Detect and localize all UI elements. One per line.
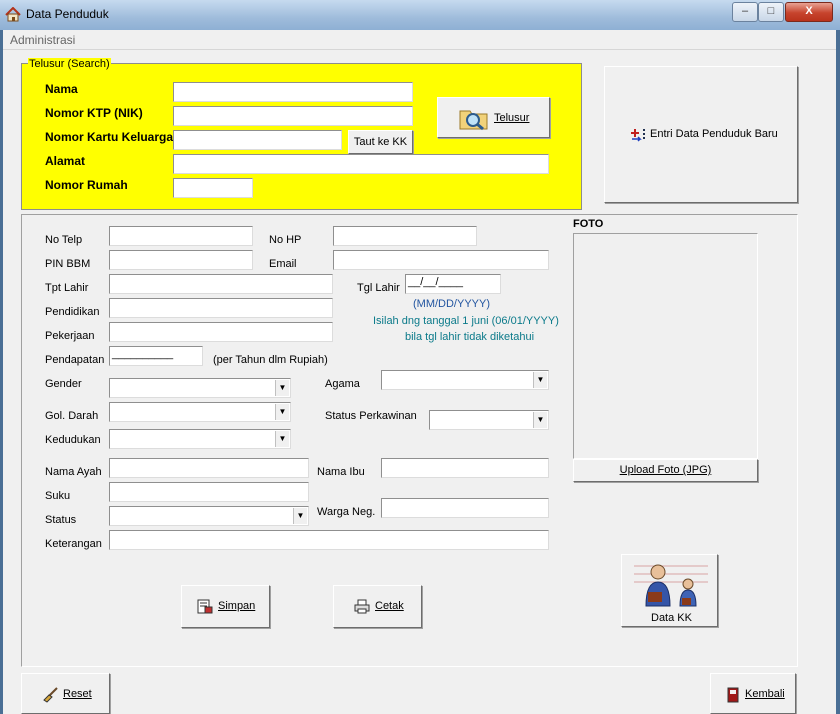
pin-bbm-label: PIN BBM xyxy=(45,258,91,270)
kk-label: Nomor Kartu Keluarga xyxy=(45,130,174,144)
suku-label: Suku xyxy=(45,490,71,502)
search-kk-input[interactable] xyxy=(173,130,342,150)
pekerjaan-input[interactable] xyxy=(109,322,333,342)
status-perkawinan-label: Status Perkawinan xyxy=(325,410,417,422)
kembali-button[interactable]: Kembali xyxy=(710,673,796,714)
search-rumah-input[interactable] xyxy=(173,178,253,198)
broom-icon xyxy=(43,687,58,703)
pendapatan-label: Pendapatan xyxy=(45,354,105,366)
entri-baru-button[interactable]: Entri Data Penduduk Baru xyxy=(604,66,798,203)
exit-door-icon xyxy=(727,687,739,703)
warga-neg-label: Warga Neg. xyxy=(317,506,376,518)
nama-label: Nama xyxy=(45,82,78,96)
pendidikan-input[interactable] xyxy=(109,298,333,318)
email-input[interactable] xyxy=(333,250,549,270)
pekerjaan-label: Pekerjaan xyxy=(45,330,95,342)
upload-foto-label: Upload Foto (JPG) xyxy=(619,464,712,476)
date-format-hint: (MM/DD/YYYY) xyxy=(413,298,490,310)
data-kk-label: Data KK xyxy=(651,612,692,624)
telusur-button[interactable]: Telusur xyxy=(437,97,550,138)
telusur-label: Telusur xyxy=(494,112,530,124)
tpt-lahir-input[interactable] xyxy=(109,274,333,294)
home-icon xyxy=(5,7,21,22)
reset-button[interactable]: Reset xyxy=(21,673,110,714)
no-hp-label: No HP xyxy=(269,234,302,246)
nama-ibu-input[interactable] xyxy=(381,458,549,478)
ktp-label: Nomor KTP (NIK) xyxy=(45,106,143,120)
keterangan-label: Keterangan xyxy=(45,538,102,550)
foto-title: FOTO xyxy=(573,218,604,230)
alamat-label: Alamat xyxy=(45,154,86,168)
gol-darah-label: Gol. Darah xyxy=(45,410,99,422)
minimize-button[interactable]: – xyxy=(732,2,758,22)
tgl-lahir-input[interactable]: __/__/____ xyxy=(405,274,501,294)
entri-baru-label: Entri Data Penduduk Baru xyxy=(650,128,778,140)
menu-administrasi[interactable]: Administrasi xyxy=(10,33,75,47)
date-hint-line2: bila tgl lahir tidak diketahui xyxy=(405,331,535,343)
no-telp-input[interactable] xyxy=(109,226,253,246)
simpan-label: Simpan xyxy=(218,600,256,612)
dropdown-arrow-icon[interactable]: ▼ xyxy=(275,404,289,420)
rumah-label: Nomor Rumah xyxy=(45,178,128,192)
pendapatan-note: (per Tahun dlm Rupiah) xyxy=(213,354,328,366)
tgl-lahir-label: Tgl Lahir xyxy=(357,282,400,294)
pendidikan-label: Pendidikan xyxy=(45,306,100,318)
search-nama-input[interactable] xyxy=(173,82,413,102)
suku-input[interactable] xyxy=(109,482,309,502)
agama-label: Agama xyxy=(325,378,360,390)
close-button[interactable]: X xyxy=(785,2,833,22)
kembali-label: Kembali xyxy=(745,688,785,700)
dropdown-arrow-icon[interactable]: ▼ xyxy=(293,508,307,524)
search-legend: Telusur (Search) xyxy=(28,58,111,70)
pin-bbm-input[interactable] xyxy=(109,250,253,270)
search-alamat-input[interactable] xyxy=(173,154,549,174)
cetak-button[interactable]: Cetak xyxy=(333,585,422,628)
title-bar: Data Penduduk – □ X xyxy=(0,0,840,30)
reset-label: Reset xyxy=(63,688,92,700)
add-record-icon xyxy=(631,129,645,142)
kedudukan-label: Kedudukan xyxy=(45,434,101,446)
warga-neg-input[interactable] xyxy=(381,498,549,518)
email-label: Email xyxy=(269,258,297,270)
gender-select[interactable]: ▼ xyxy=(109,378,291,398)
upload-foto-button[interactable]: Upload Foto (JPG) xyxy=(573,459,758,482)
no-telp-label: No Telp xyxy=(45,234,83,246)
data-kk-button[interactable]: Data KK xyxy=(621,554,718,627)
menu-bar xyxy=(3,31,836,50)
taut-kk-button[interactable]: Taut ke KK xyxy=(348,130,413,154)
nama-ibu-label: Nama Ibu xyxy=(317,466,365,478)
gol-darah-select[interactable]: ▼ xyxy=(109,402,291,422)
tpt-lahir-label: Tpt Lahir xyxy=(45,282,89,294)
kedudukan-select[interactable]: ▼ xyxy=(109,429,291,449)
agama-select[interactable]: ▼ xyxy=(381,370,549,390)
photo-frame xyxy=(573,233,758,459)
dropdown-arrow-icon[interactable]: ▼ xyxy=(275,431,289,447)
window-title: Data Penduduk xyxy=(26,7,109,21)
printer-icon xyxy=(354,599,370,614)
dropdown-arrow-icon[interactable]: ▼ xyxy=(533,372,547,388)
search-folder-icon xyxy=(459,110,488,131)
family-icon xyxy=(634,564,708,607)
date-hint-line1: Isilah dng tanggal 1 juni (06/01/YYYY) xyxy=(373,315,559,327)
pendapatan-input[interactable]: __________ xyxy=(109,346,203,366)
maximize-button[interactable]: □ xyxy=(758,2,784,22)
status-select[interactable]: ▼ xyxy=(109,506,309,526)
status-label: Status xyxy=(45,514,77,526)
keterangan-input[interactable] xyxy=(109,530,549,550)
gender-label: Gender xyxy=(45,378,82,390)
simpan-button[interactable]: Simpan xyxy=(181,585,270,628)
no-hp-input[interactable] xyxy=(333,226,477,246)
nama-ayah-label: Nama Ayah xyxy=(45,466,102,478)
save-icon xyxy=(197,599,213,614)
dropdown-arrow-icon[interactable]: ▼ xyxy=(533,412,547,428)
nama-ayah-input[interactable] xyxy=(109,458,309,478)
cetak-label: Cetak xyxy=(375,600,404,612)
search-ktp-input[interactable] xyxy=(173,106,413,126)
dropdown-arrow-icon[interactable]: ▼ xyxy=(275,380,289,396)
status-perkawinan-select[interactable]: ▼ xyxy=(429,410,549,430)
